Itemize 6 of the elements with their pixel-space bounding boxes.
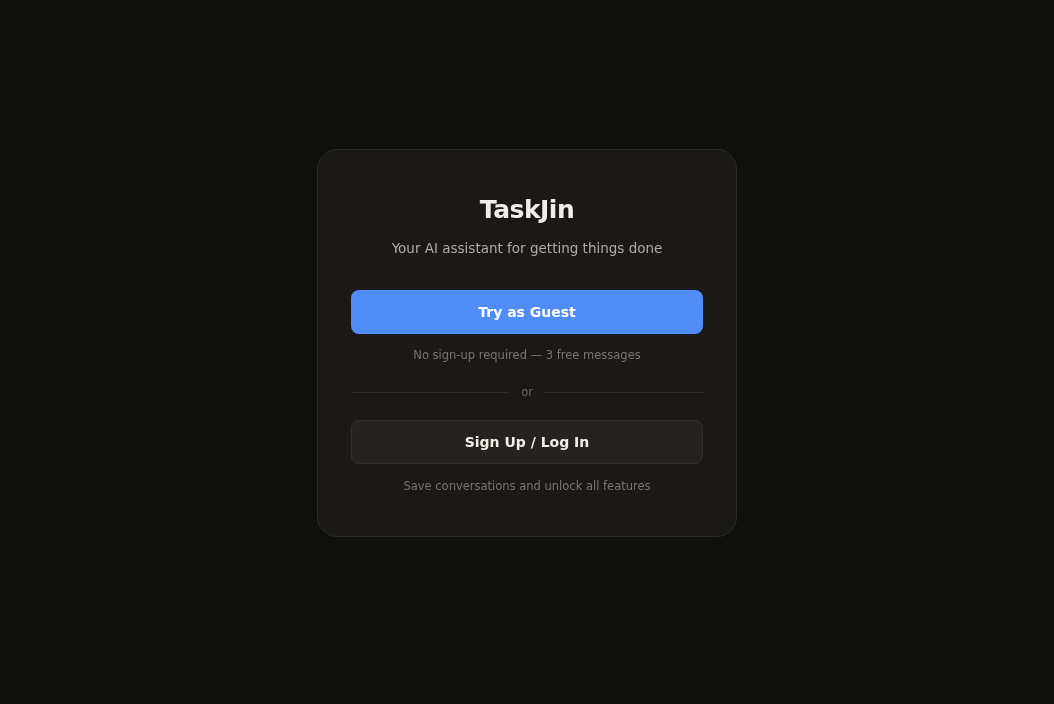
divider-label: or (521, 385, 533, 399)
app-title: TaskJin (479, 194, 575, 226)
tagline: Your AI assistant for getting things done (391, 239, 663, 258)
guest-note: No sign-up required — 3 free messages (413, 347, 641, 363)
signup-note: Save conversations and unlock all features (403, 478, 651, 494)
signup-button[interactable]: Sign Up / Log In (351, 420, 703, 464)
